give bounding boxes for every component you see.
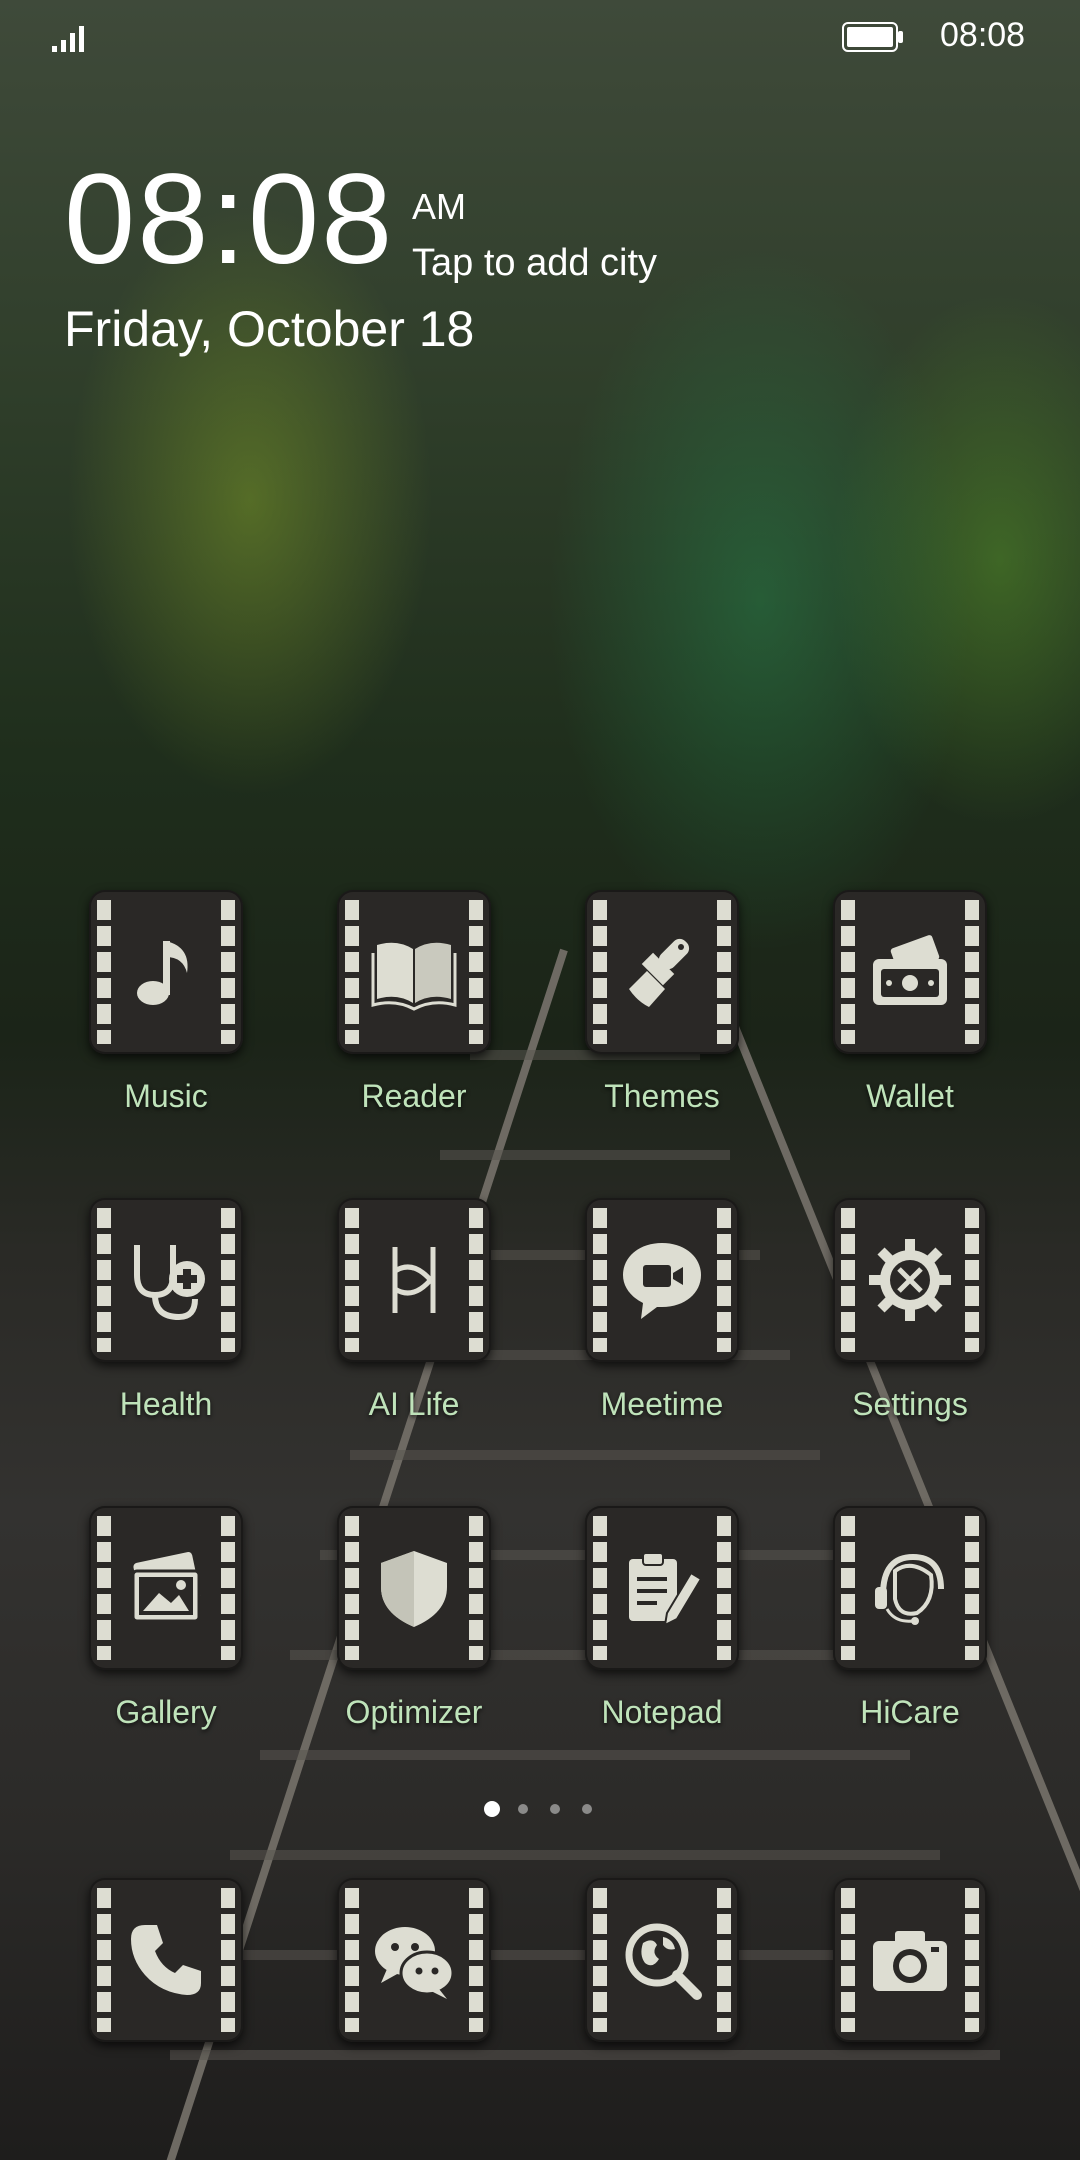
page-dot-3[interactable] xyxy=(550,1804,560,1814)
app-label: Notepad xyxy=(601,1694,723,1730)
app-music[interactable]: Music xyxy=(71,890,261,1140)
home-screen: 08:08 08:08 AM Tap to add city Friday, O… xyxy=(0,0,1080,2160)
gallery-icon xyxy=(121,1528,211,1648)
book-icon xyxy=(369,912,459,1032)
clock-time: 08:08 xyxy=(64,148,395,291)
app-icon-tile xyxy=(337,890,491,1054)
app-icon-tile xyxy=(833,1506,987,1670)
app-icon-tile xyxy=(585,890,739,1054)
app-label: Wallet xyxy=(866,1078,954,1114)
camera-icon xyxy=(865,1900,955,2020)
app-themes[interactable]: Themes xyxy=(567,890,757,1140)
ai-life-icon xyxy=(369,1220,459,1340)
app-hicare[interactable]: HiCare xyxy=(815,1506,1005,1756)
app-label: Health xyxy=(119,1386,213,1422)
app-icon-tile xyxy=(337,1198,491,1362)
app-icon-tile xyxy=(833,890,987,1054)
app-label: HiCare xyxy=(860,1694,960,1730)
app-optimizer[interactable]: Optimizer xyxy=(319,1506,509,1756)
clock-widget[interactable]: 08:08 AM Tap to add city Friday, October… xyxy=(64,150,764,370)
app-icon-tile xyxy=(833,1878,987,2042)
messages-icon xyxy=(369,1900,459,2020)
app-label: Reader xyxy=(361,1078,467,1114)
browser-icon xyxy=(617,1900,707,2020)
add-city-link[interactable]: Tap to add city xyxy=(412,242,657,285)
app-label: Optimizer xyxy=(345,1694,483,1730)
app-meetime[interactable]: Meetime xyxy=(567,1198,757,1448)
dock-phone[interactable] xyxy=(71,1878,261,2128)
dock-browser[interactable] xyxy=(567,1878,757,2128)
app-ai-life[interactable]: AI Life xyxy=(319,1198,509,1448)
paintbrush-icon xyxy=(617,912,707,1032)
app-icon-tile xyxy=(337,1506,491,1670)
app-icon-tile xyxy=(337,1878,491,2042)
wallet-icon xyxy=(865,912,955,1032)
app-settings[interactable]: Settings xyxy=(815,1198,1005,1448)
app-icon-tile xyxy=(89,1506,243,1670)
app-icon-tile xyxy=(585,1198,739,1362)
stethoscope-icon xyxy=(121,1220,211,1340)
page-indicator[interactable] xyxy=(480,1800,600,1820)
page-dot-1[interactable] xyxy=(484,1801,500,1817)
app-reader[interactable]: Reader xyxy=(319,890,509,1140)
app-wallet[interactable]: Wallet xyxy=(815,890,1005,1140)
clock-ampm: AM xyxy=(412,186,466,227)
app-label: Gallery xyxy=(115,1694,217,1730)
app-label: Settings xyxy=(852,1386,968,1422)
app-health[interactable]: Health xyxy=(71,1198,261,1448)
headset-icon xyxy=(865,1528,955,1648)
clock-date: Friday, October 18 xyxy=(64,301,475,357)
app-icon-tile xyxy=(833,1198,987,1362)
app-icon-tile xyxy=(89,890,243,1054)
app-icon-tile xyxy=(585,1878,739,2042)
video-chat-icon xyxy=(617,1220,707,1340)
page-dot-2[interactable] xyxy=(518,1804,528,1814)
shield-icon xyxy=(369,1528,459,1648)
app-icon-tile xyxy=(89,1878,243,2042)
phone-icon xyxy=(121,1900,211,2020)
dock-messages[interactable] xyxy=(319,1878,509,2128)
app-label: Themes xyxy=(604,1078,720,1114)
app-gallery[interactable]: Gallery xyxy=(71,1506,261,1756)
app-icon-tile xyxy=(89,1198,243,1362)
status-time: 08:08 xyxy=(940,16,1026,54)
app-notepad[interactable]: Notepad xyxy=(567,1506,757,1756)
gear-icon xyxy=(865,1220,955,1340)
battery-icon xyxy=(842,22,903,52)
dock-camera[interactable] xyxy=(815,1878,1005,2128)
app-label: Meetime xyxy=(600,1386,724,1422)
page-dot-4[interactable] xyxy=(582,1804,592,1814)
app-label: AI Life xyxy=(368,1386,460,1422)
status-bar: 08:08 xyxy=(0,0,1080,70)
app-label: Music xyxy=(124,1078,208,1114)
signal-icon xyxy=(52,26,84,52)
music-note-icon xyxy=(121,912,211,1032)
notepad-icon xyxy=(617,1528,707,1648)
app-icon-tile xyxy=(585,1506,739,1670)
